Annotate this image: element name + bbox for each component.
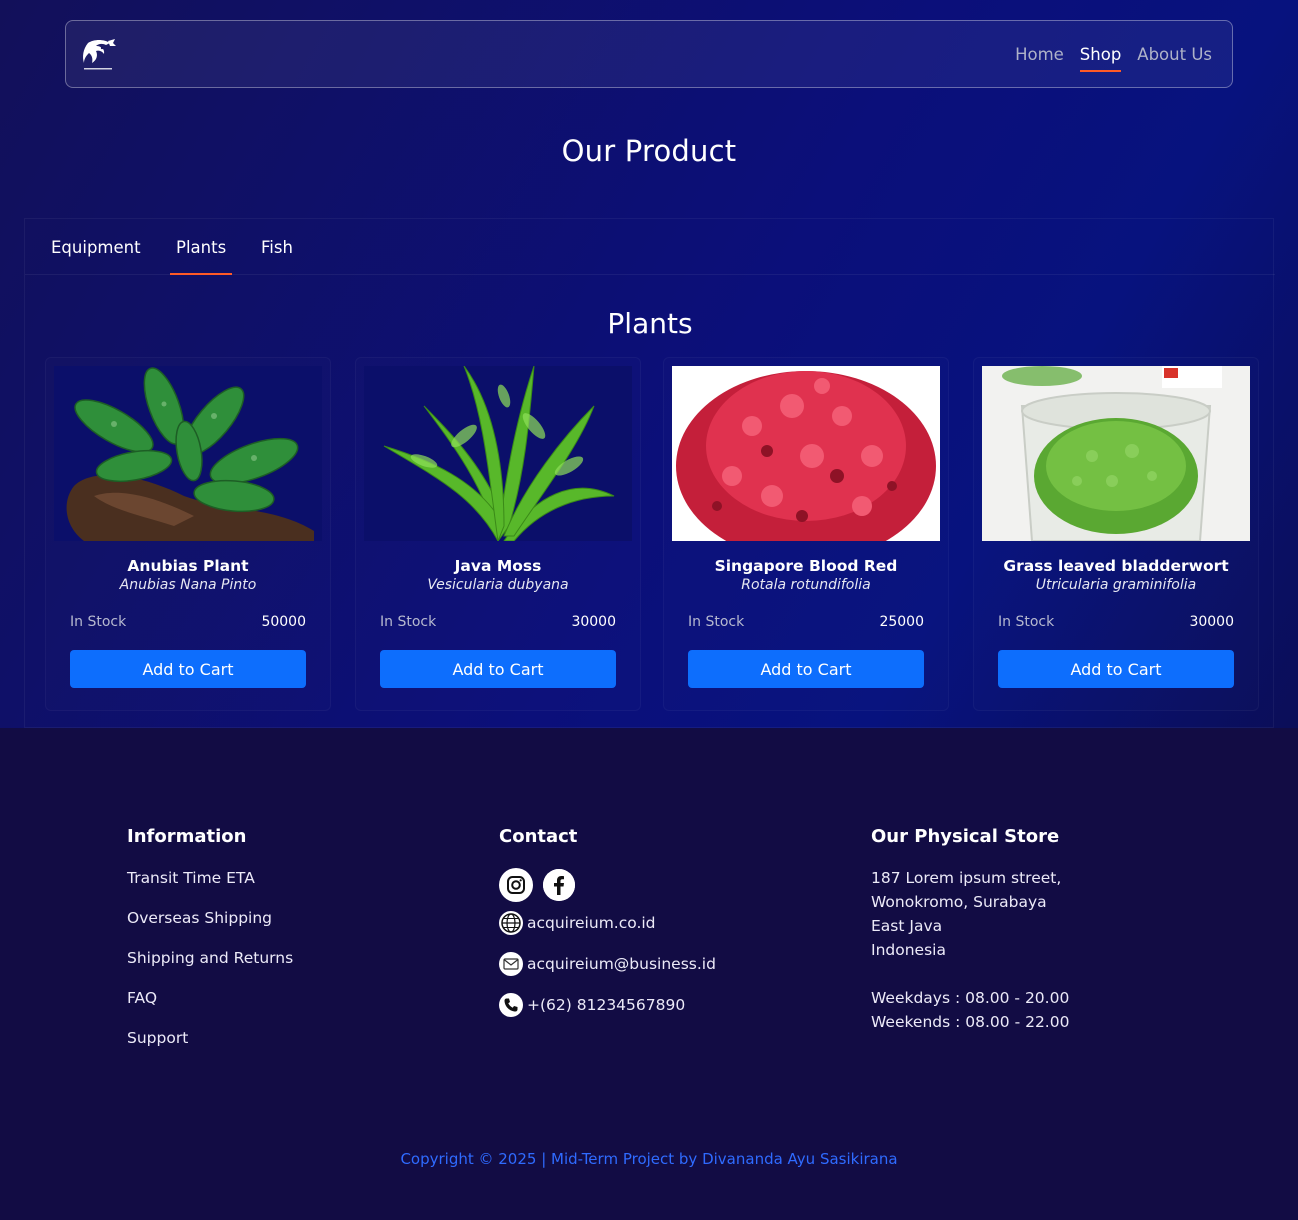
contact-email[interactable]: acquireium@business.id: [499, 952, 716, 976]
navbar: Home Shop About Us: [65, 20, 1233, 88]
brand-logo[interactable]: [80, 37, 118, 73]
tab-fish[interactable]: Fish: [261, 238, 293, 257]
add-to-cart-button[interactable]: Add to Cart: [380, 650, 616, 688]
tab-equipment[interactable]: Equipment: [51, 238, 141, 257]
store-hours-weekends: Weekends : 08.00 - 22.00: [871, 1013, 1070, 1031]
contact-website[interactable]: acquireium.co.id: [499, 911, 656, 935]
product-name: Anubias Plant: [127, 557, 249, 575]
store-hours-weekdays: Weekdays : 08.00 - 20.00: [871, 989, 1070, 1007]
product-price: 25000: [879, 614, 924, 630]
product-card: Singapore Blood Red Rotala rotundifolia …: [663, 357, 949, 711]
section-title: Plants: [607, 307, 693, 340]
add-to-cart-button[interactable]: Add to Cart: [70, 650, 306, 688]
product-panel: Equipment Plants Fish Plants Anubias Pla…: [24, 218, 1275, 728]
nav-about-us[interactable]: About Us: [1137, 45, 1212, 64]
product-scientific-name: Utricularia graminifolia: [1035, 577, 1197, 593]
footer-link-transit-time[interactable]: Transit Time ETA: [127, 869, 255, 887]
facebook-icon[interactable]: [543, 869, 575, 901]
category-tabs: Equipment Plants Fish: [25, 219, 1275, 275]
nav-links: Home Shop About Us: [1015, 21, 1212, 87]
contact-phone-text: +(62) 81234567890: [527, 996, 686, 1014]
footer-link-faq[interactable]: FAQ: [127, 989, 157, 1007]
footer-link-shipping-returns[interactable]: Shipping and Returns: [127, 949, 293, 967]
product-price: 30000: [1189, 614, 1234, 630]
product-name: Singapore Blood Red: [714, 557, 898, 575]
product-scientific-name: Vesicularia dubyana: [427, 577, 569, 593]
contact-website-text: acquireium.co.id: [527, 914, 656, 932]
page-title: Our Product: [561, 134, 737, 168]
footer-link-support[interactable]: Support: [127, 1029, 188, 1047]
product-scientific-name: Rotala rotundifolia: [741, 577, 871, 593]
store-address-line: Wonokromo, Surabaya: [871, 893, 1047, 911]
footer-link-overseas-shipping[interactable]: Overseas Shipping: [127, 909, 272, 927]
product-price: 30000: [571, 614, 616, 630]
phone-icon: [499, 993, 523, 1017]
footer-heading: Information: [127, 826, 247, 847]
product-card: Anubias Plant Anubias Nana Pinto In Stoc…: [45, 357, 331, 711]
store-address-line: 187 Lorem ipsum street,: [871, 869, 1062, 887]
store-address-line: Indonesia: [871, 941, 946, 959]
footer-heading: Contact: [499, 826, 578, 847]
add-to-cart-button[interactable]: Add to Cart: [998, 650, 1234, 688]
stock-status: In Stock: [380, 614, 437, 630]
footer-contact: Contact acquireium.co.id acquireium@busi…: [499, 826, 716, 1017]
footer-information: Information Transit Time ETA Overseas Sh…: [127, 826, 293, 1047]
store-address-line: East Java: [871, 917, 943, 935]
footer-store: Our Physical Store 187 Lorem ipsum stree…: [871, 826, 1069, 1031]
contact-phone[interactable]: +(62) 81234567890: [499, 993, 685, 1017]
stock-status: In Stock: [998, 614, 1055, 630]
footer-heading: Our Physical Store: [871, 826, 1060, 847]
product-image-singapore-blood-red: [672, 366, 940, 541]
copyright-text: Copyright © 2025 | Mid-Term Project by D…: [400, 1150, 898, 1168]
add-to-cart-button[interactable]: Add to Cart: [688, 650, 924, 688]
stock-status: In Stock: [70, 614, 127, 630]
nav-shop[interactable]: Shop: [1079, 45, 1121, 72]
product-card: Java Moss Vesicularia dubyana In Stock 3…: [355, 357, 641, 711]
product-image-java-moss: [364, 366, 632, 541]
product-scientific-name: Anubias Nana Pinto: [119, 577, 257, 593]
product-image-anubias: [54, 366, 322, 541]
stock-status: In Stock: [688, 614, 745, 630]
contact-email-text: acquireium@business.id: [527, 955, 716, 973]
fish-logo-icon: [83, 39, 116, 70]
product-image-bladderwort: [982, 366, 1250, 541]
product-name: Java Moss: [454, 557, 542, 575]
product-price: 50000: [261, 614, 306, 630]
tab-plants[interactable]: Plants: [169, 238, 233, 275]
globe-icon: [499, 911, 523, 935]
envelope-icon: [499, 952, 523, 976]
product-card: Grass leaved bladderwort Utricularia gra…: [973, 357, 1259, 711]
product-name: Grass leaved bladderwort: [1003, 557, 1229, 575]
instagram-icon[interactable]: [499, 868, 533, 902]
nav-home[interactable]: Home: [1015, 45, 1064, 64]
